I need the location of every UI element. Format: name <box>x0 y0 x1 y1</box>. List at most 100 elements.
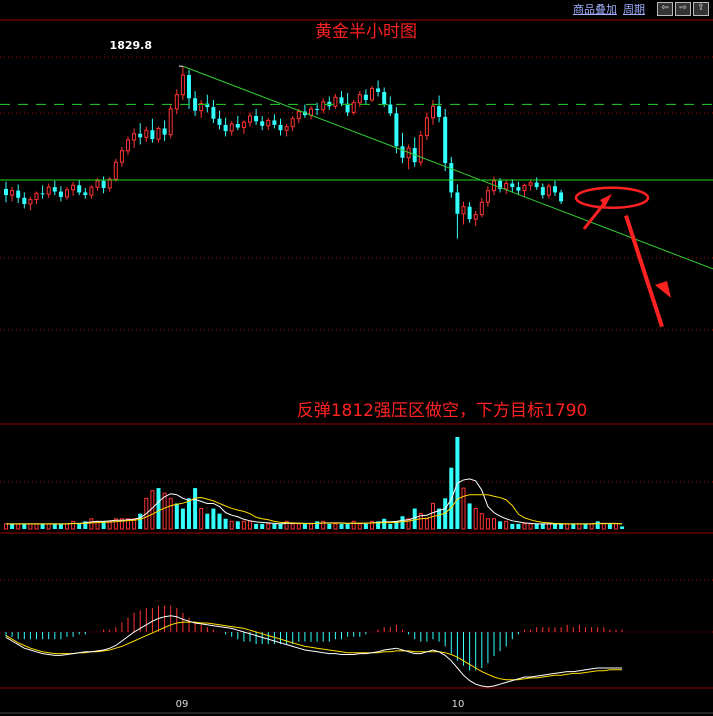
candle-body <box>278 124 283 131</box>
volume-bar <box>345 523 350 529</box>
target-arrow-line <box>624 214 664 328</box>
volume-bar <box>559 523 564 529</box>
volume-bar <box>485 518 490 530</box>
candle-body <box>150 130 155 140</box>
volume-bar <box>193 488 198 529</box>
candle-body <box>443 116 448 164</box>
candle-body <box>119 150 124 163</box>
volume-bar <box>174 503 179 529</box>
volume-ma-short <box>6 478 623 525</box>
candle-body <box>461 206 466 215</box>
candle-body <box>388 104 393 114</box>
candle-body <box>309 108 313 116</box>
candle-body <box>223 124 228 132</box>
candle-body <box>168 108 173 136</box>
candle-body <box>321 101 326 111</box>
volume-bar <box>150 490 155 530</box>
volume-bar <box>589 523 594 530</box>
candle-body <box>193 98 198 111</box>
volume-bar <box>565 523 570 530</box>
target-arrowhead-icon <box>655 281 671 298</box>
candle-body <box>516 187 521 191</box>
candle-body <box>510 183 515 188</box>
candle-body <box>40 193 45 195</box>
volume-bar <box>595 521 600 529</box>
candle-body <box>485 190 490 203</box>
candle-body <box>28 199 33 205</box>
candle-body <box>431 105 435 119</box>
candle-body <box>229 123 234 132</box>
candle-body <box>89 186 94 196</box>
candle-body <box>58 191 63 197</box>
candle-body <box>174 94 179 110</box>
candle-body <box>144 129 149 138</box>
candle-body <box>357 94 362 104</box>
volume-bar <box>168 497 173 530</box>
volume-bar <box>577 523 582 530</box>
candle-body <box>180 74 185 96</box>
volume-bar <box>339 523 344 529</box>
candle-body <box>394 113 399 147</box>
candle-body <box>46 186 51 195</box>
volume-bar <box>180 508 185 529</box>
volume-bar <box>357 523 362 530</box>
volume-bar <box>601 523 606 530</box>
volume-bar <box>16 523 21 530</box>
volume-bar <box>290 523 295 530</box>
volume-bar <box>620 526 625 529</box>
volume-bar <box>479 513 484 530</box>
candle-body <box>522 184 527 192</box>
candle-body <box>217 118 222 125</box>
volume-bar <box>58 523 63 529</box>
candle-body <box>22 197 27 204</box>
volume-bar <box>278 523 283 529</box>
candle-body <box>71 184 76 191</box>
candle-body <box>473 214 478 220</box>
volume-bar <box>546 523 551 530</box>
volume-bar <box>388 523 393 529</box>
candle-body <box>333 96 338 107</box>
overlay-lines <box>0 65 713 328</box>
candle-body <box>449 163 454 193</box>
candle-body <box>504 183 509 190</box>
candle-body <box>540 187 545 196</box>
volume-bar <box>65 523 69 530</box>
volume-bar <box>492 518 496 530</box>
candle-body <box>467 206 472 220</box>
volume-bar <box>156 488 161 529</box>
candle-body <box>455 192 460 214</box>
volume-bar <box>187 498 191 529</box>
volume-bar <box>28 523 33 530</box>
volume-bar <box>424 518 429 530</box>
candle-body <box>4 188 8 196</box>
candle-body <box>113 161 118 180</box>
volume-bar <box>89 518 94 530</box>
volume-bar <box>199 508 204 530</box>
volume-ma-long <box>6 494 623 525</box>
gold-half-hour-chart: 黄金半小时图 1829.8 反弹1812强压区做空，下方目标1790 09 10 <box>0 19 713 714</box>
candle-body <box>284 126 289 131</box>
candle-body <box>95 180 100 188</box>
volume-bar <box>412 508 417 529</box>
candle-body <box>546 185 551 196</box>
candle-body <box>290 118 295 128</box>
volume-panel <box>4 437 625 530</box>
volume-bar <box>614 523 618 530</box>
x-tick-label-09: 09 <box>176 699 189 710</box>
candle-body <box>187 75 191 99</box>
high-price-label: 1829.8 <box>110 39 152 52</box>
volume-bar <box>162 492 167 530</box>
candle-body <box>382 92 387 105</box>
volume-bar <box>248 520 252 530</box>
volume-bar <box>309 523 313 530</box>
volume-bar <box>10 523 15 529</box>
candle-body <box>235 124 240 128</box>
candle-body <box>296 111 301 120</box>
candle-body <box>553 186 557 193</box>
volume-bar <box>583 523 588 529</box>
volume-bar <box>528 523 533 530</box>
volume-bar <box>296 523 301 530</box>
candle-body <box>162 128 167 135</box>
volume-bar <box>351 520 356 530</box>
candles <box>4 66 564 239</box>
